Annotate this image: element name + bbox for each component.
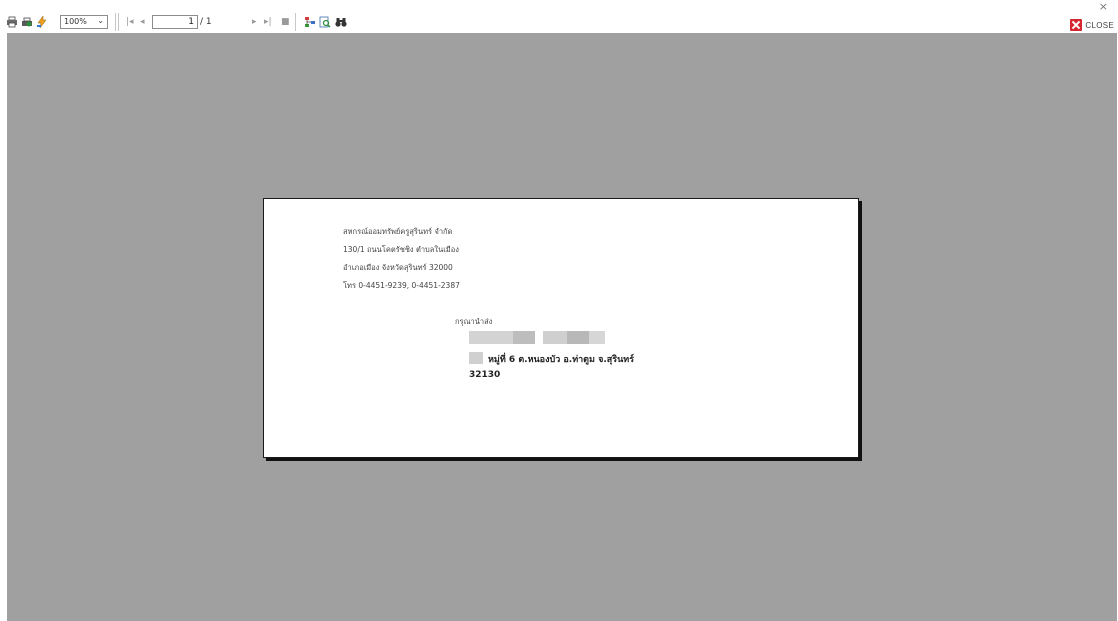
close-icon — [1070, 19, 1083, 31]
previous-page-icon[interactable]: ◂ — [140, 15, 145, 29]
report-viewer-toolbar: 100% ⌄ |◂ ◂ 1 / 1 ▸ ▸| ■ × CLOSE — [0, 0, 1118, 33]
binoculars-icon[interactable] — [334, 15, 348, 29]
window-close-icon[interactable]: × — [1099, 1, 1108, 12]
print-icon[interactable] — [5, 15, 19, 29]
next-page-icon[interactable]: ▸ — [252, 15, 257, 29]
recipient-postcode: 32130 — [469, 370, 501, 380]
sender-address: สหกรณ์ออมทรัพย์ครูสุรินทร์ จำกัด 130/1 ถ… — [343, 223, 460, 295]
search-report-icon[interactable] — [318, 15, 332, 29]
last-page-icon[interactable]: ▸| — [264, 15, 272, 29]
report-preview-area[interactable]: สหกรณ์ออมทรัพย์ครูสุรินทร์ จำกัด 130/1 ถ… — [7, 33, 1117, 621]
close-button-label: CLOSE — [1085, 20, 1114, 30]
envelope-page: สหกรณ์ออมทรัพย์ครูสุรินทร์ จำกัด 130/1 ถ… — [263, 198, 859, 458]
chevron-down-icon: ⌄ — [97, 16, 104, 25]
recipient-label: กรุณานำส่ง — [455, 317, 493, 326]
stop-icon[interactable]: ■ — [281, 15, 290, 29]
close-button[interactable]: CLOSE — [1070, 18, 1114, 32]
toolbar-divider — [295, 13, 296, 31]
zoom-value: 100% — [64, 17, 87, 26]
redacted-house-number — [469, 352, 483, 364]
sender-street: 130/1 ถนนโคตรัชชิง ตำบลในเมือง — [343, 245, 459, 254]
recipient-address-line: หมู่ที่ 6 ต.หนองบัว อ.ท่าตูม จ.สุรินทร์ — [488, 355, 635, 365]
group-tree-icon[interactable] — [303, 15, 317, 29]
page-number-input[interactable]: 1 — [152, 15, 198, 29]
zoom-select[interactable]: 100% ⌄ — [60, 15, 108, 29]
toolbar-divider — [115, 13, 116, 31]
first-page-icon[interactable]: |◂ — [126, 15, 134, 29]
redacted-recipient-name — [469, 331, 605, 345]
page-total: / 1 — [200, 17, 212, 27]
sender-name: สหกรณ์ออมทรัพย์ครูสุรินทร์ จำกัด — [343, 227, 453, 236]
printer-setup-icon[interactable] — [20, 15, 34, 29]
toolbar-divider — [118, 13, 119, 31]
sender-phone: โทร 0-4451-9239, 0-4451-2387 — [343, 281, 460, 290]
export-icon[interactable] — [35, 15, 49, 29]
sender-district: อำเภอเมือง จังหวัดสุรินทร์ 32000 — [343, 263, 453, 272]
